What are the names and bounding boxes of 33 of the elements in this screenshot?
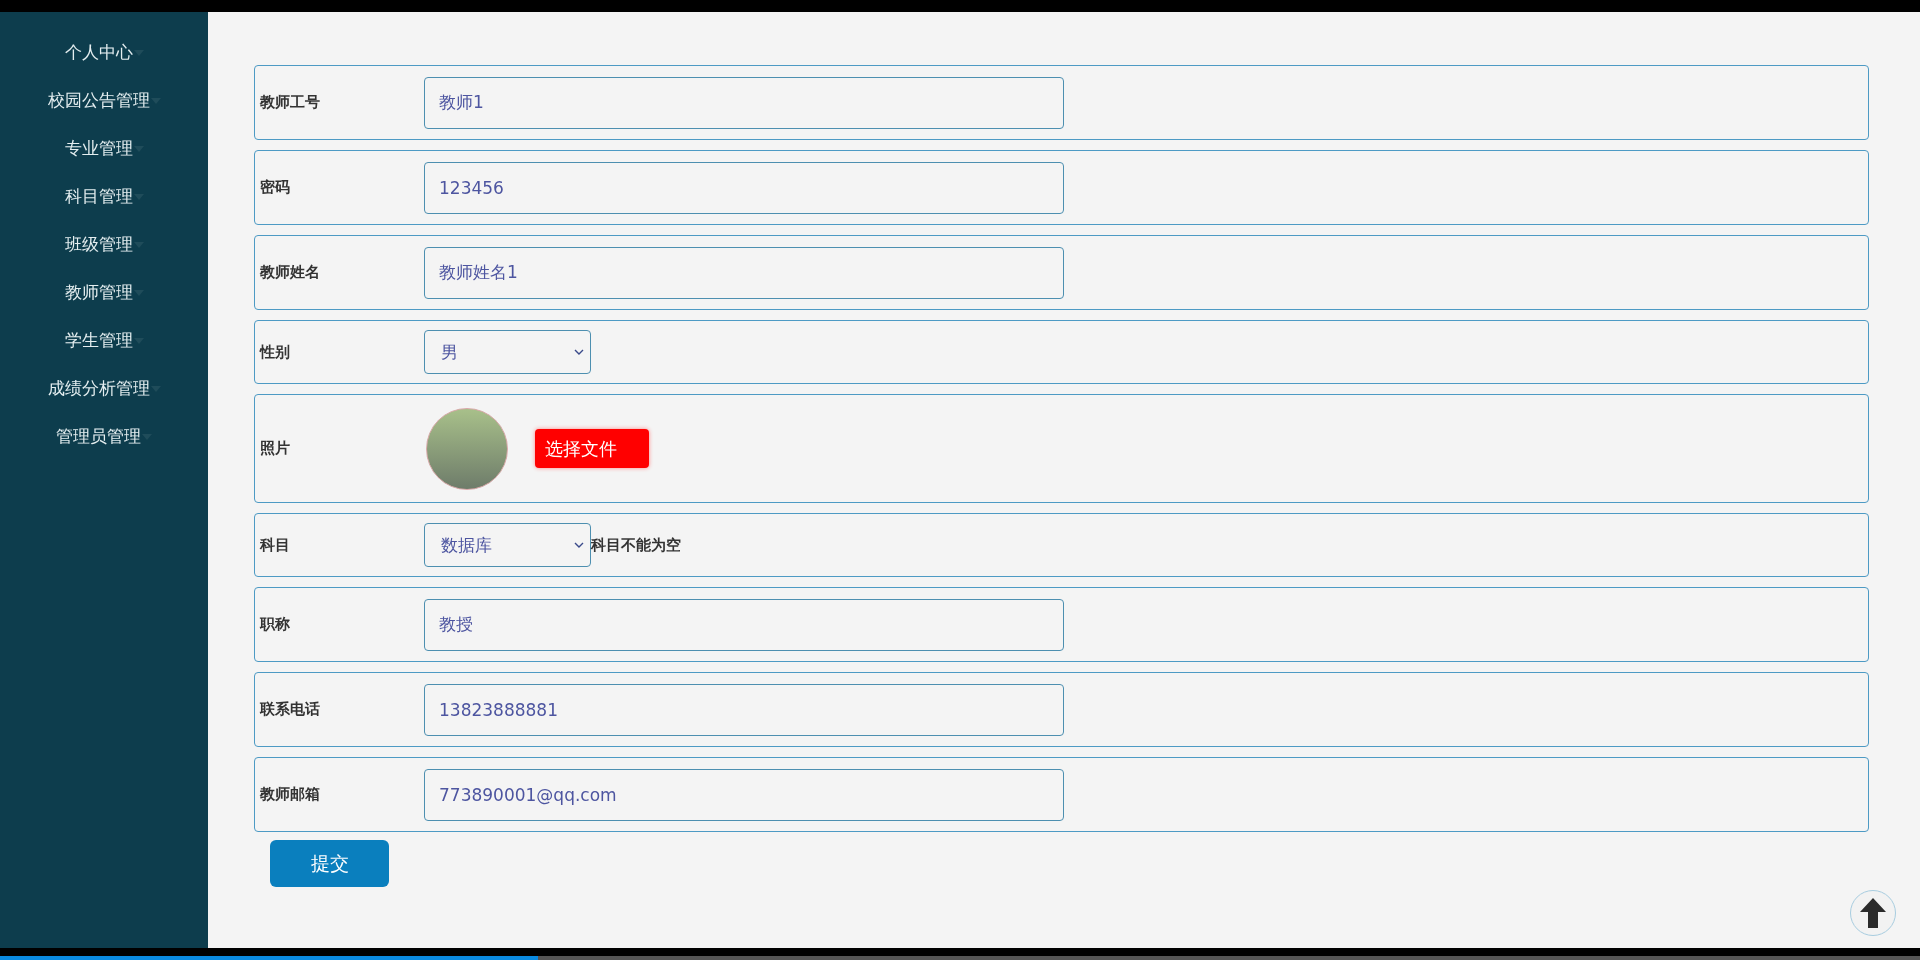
field-label: 教师邮箱 — [260, 785, 321, 804]
field-label: 密码 — [260, 178, 291, 197]
input-field[interactable]: 教授 — [424, 598, 1064, 651]
field-label: 联系电话 — [260, 700, 321, 719]
field-label: 职称 — [260, 615, 291, 634]
sidebar-item[interactable]: 班级管理 — [0, 231, 208, 258]
field-label: 照片 — [260, 439, 291, 458]
input-field[interactable]: 教师1 — [424, 76, 1064, 129]
sidebar-item[interactable]: 科目管理 — [0, 183, 208, 210]
sidebar-item[interactable]: 专业管理 — [0, 135, 208, 162]
input-field[interactable]: 123456 — [424, 161, 1064, 214]
field-label: 性别 — [260, 342, 291, 362]
field-label: 教师姓名 — [260, 263, 321, 282]
input-field[interactable]: 教师姓名1 — [424, 246, 1064, 299]
sidebar-item[interactable]: 个人中心 — [0, 39, 208, 66]
field-label: 教师工号 — [260, 93, 321, 112]
select-field[interactable]: 男 — [424, 330, 591, 374]
field-label: 科目 — [260, 535, 291, 555]
arrow-up-icon — [1860, 898, 1886, 928]
validation-message: 科目不能为空 — [591, 535, 681, 555]
sidebar-item[interactable]: 成绩分析管理 — [0, 375, 208, 402]
input-field[interactable]: 13823888881 — [424, 683, 1064, 736]
choose-file-button[interactable]: 选择文件 — [535, 429, 649, 468]
scroll-to-top-button[interactable] — [1850, 890, 1896, 936]
sidebar-item[interactable]: 管理员管理 — [0, 423, 208, 450]
sidebar-item[interactable]: 校园公告管理 — [0, 87, 208, 114]
chevron-down-icon — [574, 542, 584, 548]
sidebar-item[interactable]: 教师管理 — [0, 279, 208, 306]
chevron-down-icon — [574, 349, 584, 355]
sidebar-item[interactable]: 学生管理 — [0, 327, 208, 354]
submit-button[interactable]: 提交 — [270, 840, 389, 887]
select-field[interactable]: 数据库 — [424, 523, 591, 567]
input-field[interactable]: 773890001@qq.com — [424, 768, 1064, 821]
